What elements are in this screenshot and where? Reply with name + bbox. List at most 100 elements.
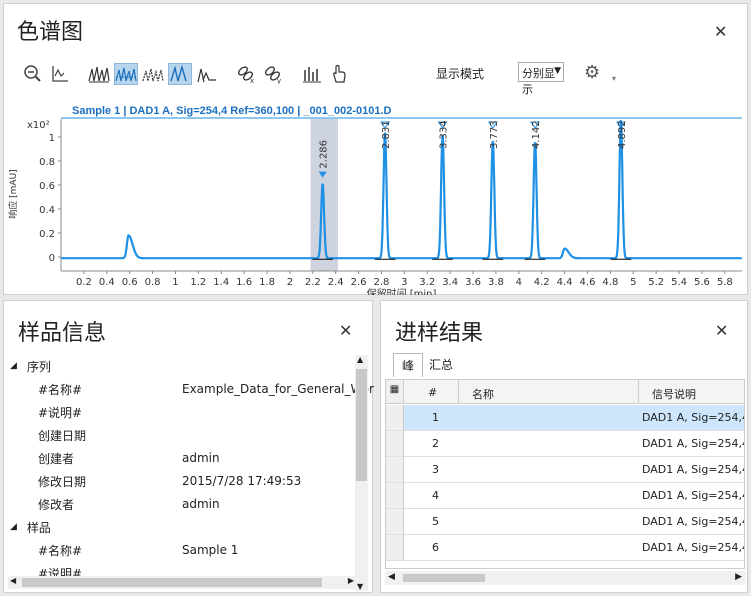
scroll-left-icon[interactable]: ◀: [388, 572, 395, 582]
table-row[interactable]: 1 DAD1 A, Sig=254,4 R: [386, 405, 744, 431]
property-row[interactable]: 修改日期 2015/7/28 17:49:53: [10, 470, 350, 492]
cell-number: 6: [432, 541, 439, 554]
y-exponent-label: x10²: [27, 120, 50, 131]
cell-number: 3: [432, 463, 439, 476]
x-tick-label: 0.8: [145, 277, 161, 288]
vertical-scrollbar[interactable]: ▲ ▼: [355, 355, 368, 591]
scroll-up-icon[interactable]: ▲: [357, 355, 363, 364]
column-chooser-icon[interactable]: ▦: [386, 380, 404, 403]
collapse-icon[interactable]: ◢: [10, 361, 17, 371]
table-row[interactable]: 4 DAD1 A, Sig=254,4 R: [386, 483, 744, 509]
single-trace-icon[interactable]: [168, 63, 192, 85]
property-label: 创建者: [38, 451, 75, 466]
close-icon[interactable]: ✕: [715, 321, 728, 340]
tab-peaks[interactable]: 峰: [393, 353, 424, 377]
x-tick-label: 5.2: [648, 277, 664, 288]
cell-signal: DAD1 A, Sig=254,4 R: [642, 463, 745, 476]
x-tick-label: 5.4: [671, 277, 687, 288]
results-table: ▦ # 名称 信号说明 1 DAD1 A, Sig=254,4 R 2 DAD1…: [385, 379, 745, 569]
horizontal-scrollbar[interactable]: ◀ ▶: [8, 576, 356, 589]
peak-label: 2.831: [381, 120, 392, 149]
property-value: Example_Data_for_General_Wor: [182, 382, 374, 396]
scroll-thumb[interactable]: [403, 574, 485, 582]
separate-peaks-icon[interactable]: [141, 63, 165, 85]
property-row[interactable]: #说明#: [10, 401, 350, 423]
row-header[interactable]: [386, 535, 404, 560]
scroll-right-icon[interactable]: ▶: [735, 572, 742, 582]
property-row[interactable]: #名称# Sample 1: [10, 539, 350, 561]
table-header: ▦ # 名称 信号说明: [386, 380, 744, 404]
hand-pointer-icon[interactable]: [327, 63, 351, 85]
stacked-peaks-icon[interactable]: [114, 63, 138, 85]
property-row[interactable]: 修改者 admin: [10, 493, 350, 515]
display-mode-label: 显示模式: [436, 67, 485, 81]
row-header[interactable]: [386, 457, 404, 482]
row-header[interactable]: [386, 483, 404, 508]
property-row[interactable]: 创建者 admin: [10, 447, 350, 469]
group-header[interactable]: ◢ 样品: [10, 516, 51, 538]
group-name: 序列: [26, 359, 51, 374]
link-y-icon[interactable]: y: [261, 63, 285, 85]
x-tick-label: 3.6: [465, 277, 481, 288]
y-tick-label: 0.2: [39, 229, 55, 240]
offset-trace-icon[interactable]: [195, 63, 219, 85]
gear-dropdown-icon[interactable]: ▾: [612, 74, 616, 83]
cell-number: 2: [432, 437, 439, 450]
display-mode-value: 分别显示: [522, 67, 555, 96]
col-signal[interactable]: 信号说明: [652, 386, 696, 402]
autoscale-icon[interactable]: [48, 63, 72, 85]
peak-label: 4.142: [531, 120, 542, 149]
gear-icon[interactable]: ⚙: [584, 62, 600, 83]
row-header[interactable]: [386, 405, 404, 430]
property-label: #名称#: [38, 382, 83, 397]
y-tick-label: 0.6: [39, 181, 55, 192]
scroll-left-icon[interactable]: ◀: [10, 576, 16, 585]
x-tick-label: 0.2: [76, 277, 92, 288]
display-mode-select[interactable]: 分别显示 ▼: [518, 62, 564, 96]
table-row[interactable]: 2 DAD1 A, Sig=254,4 R: [386, 431, 744, 457]
close-icon[interactable]: ✕: [714, 22, 727, 41]
scroll-thumb[interactable]: [22, 578, 322, 587]
scroll-right-icon[interactable]: ▶: [348, 576, 354, 585]
bar-chart-icon[interactable]: [300, 63, 324, 85]
property-row[interactable]: #名称# Example_Data_for_General_Wor: [10, 378, 374, 400]
table-row[interactable]: 6 DAD1 A, Sig=254,4 R: [386, 535, 744, 561]
table-row[interactable]: 3 DAD1 A, Sig=254,4 R: [386, 457, 744, 483]
x-tick-label: 0.6: [122, 277, 138, 288]
horizontal-scrollbar[interactable]: ◀ ▶: [385, 571, 745, 585]
zoom-out-icon[interactable]: [21, 63, 45, 85]
svg-text:x: x: [250, 77, 254, 84]
x-tick-label: 4: [516, 277, 522, 288]
overlay-peaks-icon[interactable]: [87, 63, 111, 85]
scroll-down-icon[interactable]: ▼: [357, 582, 363, 591]
property-label: 创建日期: [38, 428, 87, 443]
property-label: 修改日期: [38, 474, 87, 489]
peak-label: 2.286: [319, 140, 330, 169]
row-header[interactable]: [386, 509, 404, 534]
close-icon[interactable]: ✕: [339, 321, 352, 340]
property-value: 2015/7/28 17:49:53: [182, 474, 302, 488]
property-row[interactable]: 创建日期: [10, 424, 350, 446]
link-x-icon[interactable]: x: [234, 63, 258, 85]
col-number[interactable]: #: [428, 386, 437, 399]
cell-number: 5: [432, 515, 439, 528]
x-tick-label: 1.6: [236, 277, 252, 288]
property-label: #名称#: [38, 543, 83, 558]
cell-number: 1: [432, 411, 439, 424]
x-tick-label: 4.8: [602, 277, 618, 288]
y-tick-label: 1: [49, 133, 55, 144]
col-name[interactable]: 名称: [472, 386, 494, 402]
row-header[interactable]: [386, 431, 404, 456]
x-tick-label: 3.2: [419, 277, 435, 288]
property-label: 修改者: [38, 497, 75, 512]
peak-label: 4.892: [617, 120, 628, 149]
group-header[interactable]: ◢ 序列: [10, 355, 51, 377]
scroll-thumb[interactable]: [356, 369, 367, 481]
property-value: admin: [182, 451, 220, 465]
collapse-icon[interactable]: ◢: [10, 522, 17, 532]
tab-summary[interactable]: 汇总: [421, 353, 461, 376]
cell-signal: DAD1 A, Sig=254,4 R: [642, 541, 745, 554]
cell-signal: DAD1 A, Sig=254,4 R: [642, 437, 745, 450]
table-row[interactable]: 5 DAD1 A, Sig=254,4 R: [386, 509, 744, 535]
x-tick-label: 2.2: [305, 277, 321, 288]
